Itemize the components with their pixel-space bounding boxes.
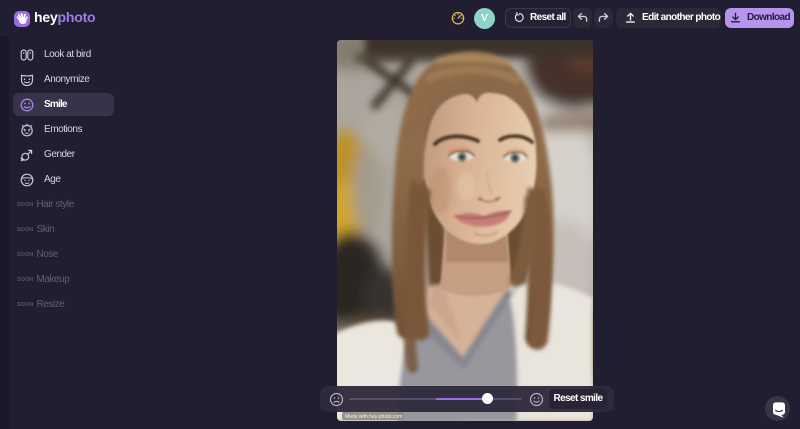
svg-text:Made with hey-photo.com: Made with hey-photo.com [345,414,402,420]
